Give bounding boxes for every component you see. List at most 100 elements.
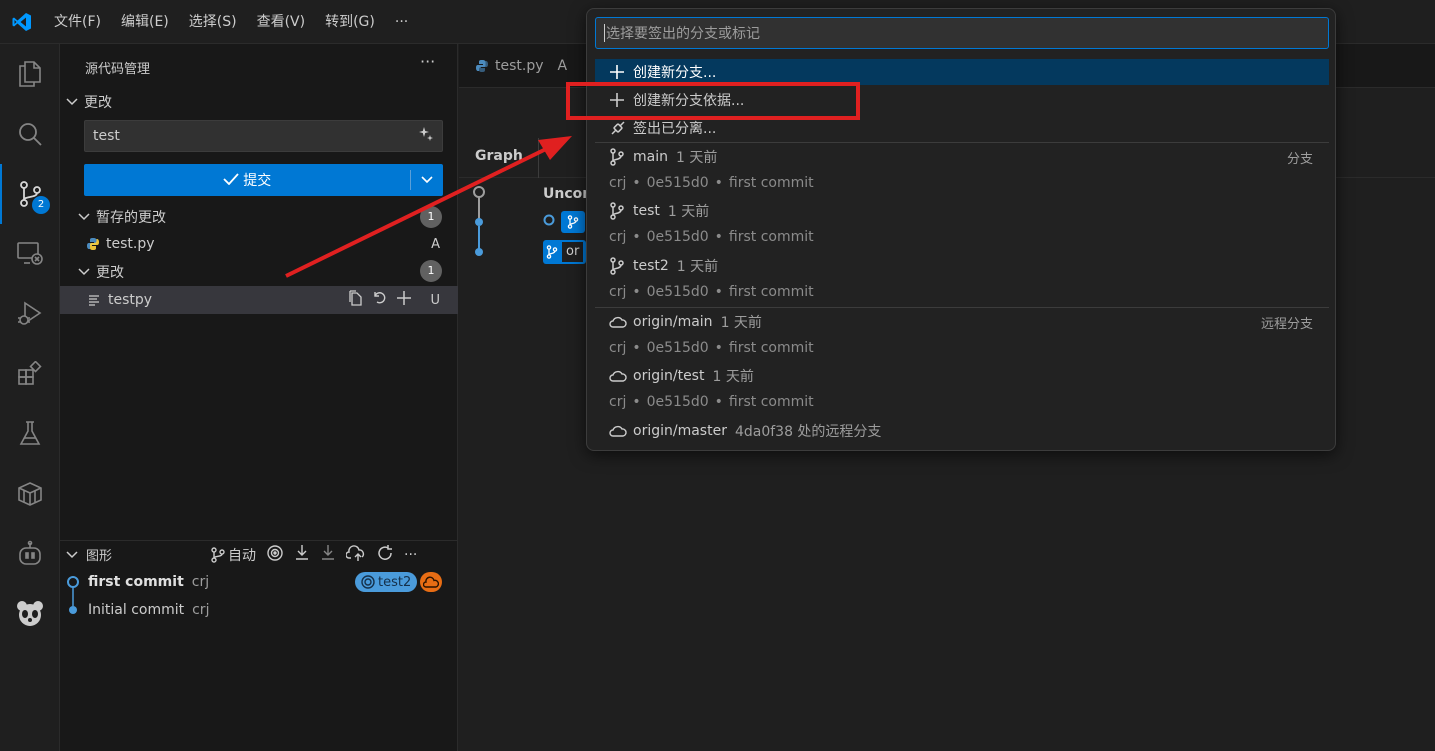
branch-icon [211,547,225,563]
remote-explorer-icon[interactable] [0,224,60,284]
unstaged-file-row[interactable]: testpy U [60,286,458,314]
staged-count-badge: 1 [420,206,442,228]
menu-more[interactable]: ··· [385,0,418,44]
changes-section-header[interactable]: 更改 [66,92,112,112]
vscode-logo-icon [0,0,44,44]
branch-detail: crj • 0e515d0 • first commit [609,171,1329,195]
pull-icon[interactable] [320,544,336,566]
commit-message: first commit [88,574,184,590]
chevron-down-icon [78,210,92,224]
commit-dropdown-button[interactable] [411,173,443,187]
copilot-icon[interactable] [0,524,60,584]
explorer-icon[interactable] [0,44,60,104]
testing-icon[interactable] [0,404,60,464]
tab-test-py[interactable]: test.py A [459,44,583,88]
menu-edit[interactable]: 编辑(E) [111,0,179,44]
python-file-icon [476,60,488,72]
branch-icon [546,245,558,259]
source-control-sidebar: 源代码管理 ··· 更改 test 提交 暂存的更改 1 test.py A 更… [60,44,458,751]
search-icon[interactable] [0,104,60,164]
open-file-icon[interactable] [348,290,364,310]
commit-message: first commit [728,175,814,191]
graph-more-button[interactable]: ··· [404,547,417,563]
discard-changes-icon[interactable] [372,290,388,310]
dot-separator: • [714,340,723,356]
graph-auto-button[interactable]: 自动 [210,545,256,565]
commit-author: crj [609,284,627,300]
commit-author: crj [609,394,627,410]
run-debug-icon[interactable] [0,284,60,344]
quick-pick-input[interactable]: 选择要签出的分支或标记 [595,17,1329,49]
branch-icon [609,202,633,220]
graph-column-header: Graph [475,148,523,164]
branch-tag-label: test2 [378,574,412,590]
branch-item-test2[interactable]: test2 1 天前 [595,253,1329,279]
graph-commit-row[interactable]: first commit crj test2 [60,568,458,596]
branch-tag-test2: test2 [355,572,418,592]
graph-section-label: 图形 [86,549,113,564]
commit-button-label: 提交 [243,173,272,189]
branch-detail: crj • 0e515d0 • first commit [609,280,1329,304]
commit-author: crj [609,229,627,245]
branch-item-main[interactable]: main 1 天前 分支 [595,144,1329,170]
separator [595,142,1329,143]
branch-item-test[interactable]: test 1 天前 [595,198,1329,224]
extensions-icon[interactable] [0,344,60,404]
remote-branch-item-origin-master[interactable]: origin/master 4da0f38 处的远程分支 [595,418,1329,444]
branch-name: origin/main [633,314,713,330]
dot-separator: • [632,284,641,300]
target-icon [361,575,375,589]
file-row-actions [348,290,412,310]
branch-time: 1 天前 [676,259,719,275]
menu-file[interactable]: 文件(F) [44,0,111,44]
unstaged-count-badge: 1 [420,260,442,282]
staged-file-name: test.py [106,236,155,252]
stage-changes-icon[interactable] [396,290,412,310]
create-branch-label: 创建新分支... [633,65,717,81]
sparkle-icon[interactable] [418,126,434,146]
graph-commit-row[interactable]: Initial commit crj [60,596,458,624]
column-divider [538,138,539,178]
push-cloud-icon[interactable] [345,544,366,566]
annotation-highlight-box [566,82,860,120]
commit-hash: 0e515d0 [646,229,709,245]
branch-detail: crj • 0e515d0 • first commit [609,336,1329,360]
commit-hash: 0e515d0 [646,394,709,410]
remote-branch-item-origin-test[interactable]: origin/test 1 天前 [595,363,1329,389]
staged-changes-header[interactable]: 暂存的更改 [78,207,166,227]
commit-message-value: test [93,128,120,144]
python-file-icon [86,237,106,251]
target-icon[interactable] [266,544,284,566]
commit-hash: 0e515d0 [646,284,709,300]
branch-tag-icon [561,211,585,233]
branch-name: origin/test [633,368,705,384]
unstaged-changes-header[interactable]: 更改 [78,262,124,282]
containers-icon[interactable] [0,464,60,524]
branch-name: origin/master [633,423,727,439]
refresh-icon[interactable] [376,544,394,566]
source-control-icon[interactable]: 2 [0,164,60,224]
menu-selection[interactable]: 选择(S) [179,0,247,44]
branch-detail: crj • 0e515d0 • first commit [609,225,1329,249]
branch-time: 1 天前 [667,204,710,220]
remote-branch-item-origin-main[interactable]: origin/main 1 天前 远程分支 [595,309,1329,335]
plus-icon [609,64,633,80]
branch-time: 1 天前 [720,315,762,331]
staged-file-row[interactable]: test.py A [60,231,458,257]
remote-cloud-icon [420,572,442,592]
commit-message-input[interactable]: test [84,120,443,152]
staged-changes-label: 暂存的更改 [96,210,166,226]
menu-go[interactable]: 转到(G) [315,0,385,44]
fetch-icon[interactable] [294,544,310,566]
sidebar-more-button[interactable]: ··· [420,52,435,71]
menu-view[interactable]: 查看(V) [247,0,316,44]
commit-message: first commit [728,229,814,245]
panda-extension-icon[interactable] [0,584,60,644]
chevron-down-icon[interactable] [66,548,80,562]
commit-author: crj [192,602,210,618]
commit-author: crj [609,175,627,191]
branch-name: test [633,203,660,219]
commit-button[interactable]: 提交 [84,164,443,196]
branch-description: 4da0f38 处的远程分支 [734,424,882,440]
commit-main-action[interactable]: 提交 [84,170,410,190]
